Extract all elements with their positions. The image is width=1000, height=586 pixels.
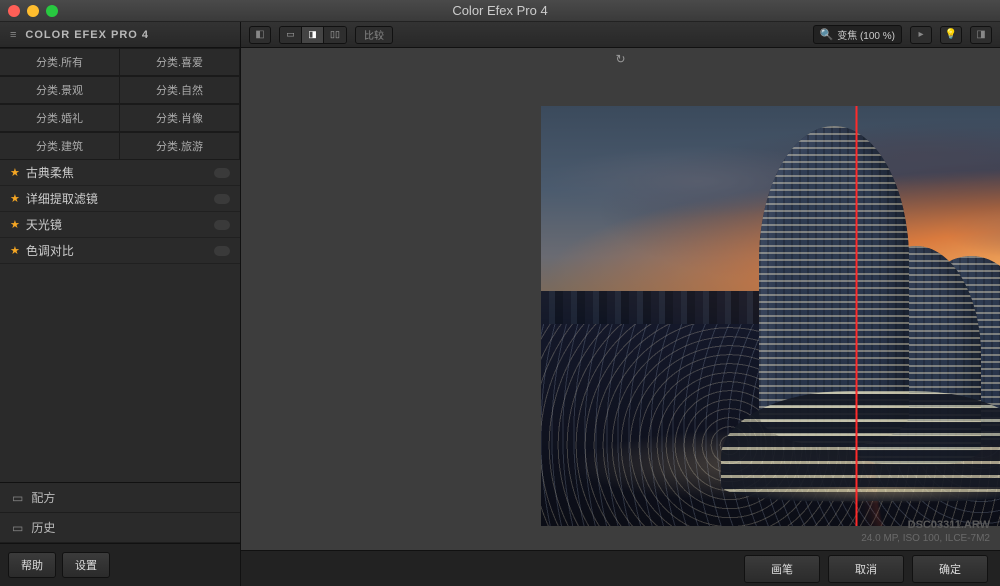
recipe-row[interactable]: ▭ 配方 xyxy=(0,483,240,513)
filter-item-skylight[interactable]: ★ 天光镜 xyxy=(0,212,240,238)
maximize-window-button[interactable] xyxy=(46,5,58,17)
category-grid: 分类.所有 分类.喜爱 分类.景观 分类.自然 分类.婚礼 分类.肖像 分类.建… xyxy=(0,48,240,160)
history-row[interactable]: ▭ 历史 xyxy=(0,513,240,543)
minimize-window-button[interactable] xyxy=(27,5,39,17)
lightbulb-tips-button[interactable]: 💡 xyxy=(940,26,962,44)
window-title: Color Efex Pro 4 xyxy=(0,3,1000,18)
filter-label: 色调对比 xyxy=(26,242,74,259)
split-view-icon: ◨ xyxy=(308,29,317,40)
ok-button[interactable]: 确定 xyxy=(912,555,988,583)
image-preview[interactable] xyxy=(541,106,1000,526)
zoom-control[interactable]: 🔍 变焦 (100 %) xyxy=(813,25,903,44)
sidebar-header: ≡ COLOR EFEX PRO 4 xyxy=(0,22,240,48)
image-tower-base xyxy=(721,391,1000,501)
split-divider[interactable] xyxy=(856,106,857,526)
recipe-label: 配方 xyxy=(31,489,55,506)
single-view-icon: ▭ xyxy=(286,29,295,40)
close-window-button[interactable] xyxy=(8,5,20,17)
filter-label: 详细提取滤镜 xyxy=(26,190,98,207)
zoom-label: 变焦 (100 %) xyxy=(837,27,895,42)
recipe-icon: ▭ xyxy=(12,491,23,505)
window-traffic-lights xyxy=(8,5,58,17)
filter-list: ★ 古典柔焦 ★ 详细提取滤镜 ★ 天光镜 ★ 色调对比 xyxy=(0,160,240,482)
image-filename: DSC03311.ARW xyxy=(861,518,990,532)
search-icon: 🔍 xyxy=(820,28,834,41)
filter-preview-icon[interactable] xyxy=(214,246,230,256)
help-button[interactable]: 帮助 xyxy=(8,552,56,578)
history-icon: ▭ xyxy=(12,521,23,535)
settings-button[interactable]: 设置 xyxy=(62,552,110,578)
category-landscape[interactable]: 分类.景观 xyxy=(0,76,120,104)
filter-item-tonal-contrast[interactable]: ★ 色调对比 xyxy=(0,238,240,264)
panel-toggle-right-button[interactable]: ◨ xyxy=(970,26,992,44)
panel-right-icon: ◨ xyxy=(976,29,985,40)
chevron-right-icon: ▸ xyxy=(918,29,923,40)
view-single-button[interactable]: ▭ xyxy=(280,27,302,43)
category-portrait[interactable]: 分类.肖像 xyxy=(120,104,240,132)
content-toolbar: ◧ ▭ ◨ ▯▯ 比较 🔍 变焦 (100 %) ▸ 💡 ◨ xyxy=(241,22,1000,48)
favorite-star-icon[interactable]: ★ xyxy=(10,218,20,231)
filter-label: 天光镜 xyxy=(26,216,62,233)
filter-preview-icon[interactable] xyxy=(214,220,230,230)
sidebar-title: COLOR EFEX PRO 4 xyxy=(25,29,149,41)
image-metadata: DSC03311.ARW 24.0 MP, ISO 100, ILCE-7M2 xyxy=(861,518,990,546)
category-favorites[interactable]: 分类.喜爱 xyxy=(120,48,240,76)
view-split-button[interactable]: ◨ xyxy=(302,27,324,43)
lightbulb-icon: 💡 xyxy=(945,29,957,40)
image-info: 24.0 MP, ISO 100, ILCE-7M2 xyxy=(861,532,990,546)
brush-button[interactable]: 画笔 xyxy=(744,555,820,583)
sidebar: ≡ COLOR EFEX PRO 4 分类.所有 分类.喜爱 分类.景观 分类.… xyxy=(0,22,241,586)
side-by-side-icon: ▯▯ xyxy=(330,29,340,40)
view-sidebyside-button[interactable]: ▯▯ xyxy=(324,27,346,43)
action-bar: 画笔 取消 确定 xyxy=(241,550,1000,586)
filter-item-detail-extractor[interactable]: ★ 详细提取滤镜 xyxy=(0,186,240,212)
favorite-star-icon[interactable]: ★ xyxy=(10,244,20,257)
content-area: ◧ ▭ ◨ ▯▯ 比较 🔍 变焦 (100 %) ▸ 💡 ◨ ↻ xyxy=(241,22,1000,586)
rotate-icon[interactable]: ↻ xyxy=(615,52,625,66)
category-wedding[interactable]: 分类.婚礼 xyxy=(0,104,120,132)
category-nature[interactable]: 分类.自然 xyxy=(120,76,240,104)
cancel-button[interactable]: 取消 xyxy=(828,555,904,583)
history-label: 历史 xyxy=(31,519,55,536)
filter-preview-icon[interactable] xyxy=(214,168,230,178)
view-mode-segmented: ▭ ◨ ▯▯ xyxy=(279,26,347,44)
panel-toggle-left-button[interactable]: ◧ xyxy=(249,26,271,44)
category-architecture[interactable]: 分类.建筑 xyxy=(0,132,120,160)
zoom-menu-button[interactable]: ▸ xyxy=(910,26,932,44)
filter-label: 古典柔焦 xyxy=(26,164,74,181)
favorite-star-icon[interactable]: ★ xyxy=(10,192,20,205)
favorite-star-icon[interactable]: ★ xyxy=(10,166,20,179)
preview-canvas[interactable]: ↻ DSC03311.ARW 24.0 MP, ISO 100, ILCE-7M… xyxy=(241,48,1000,550)
filter-list-icon: ≡ xyxy=(10,29,17,41)
filter-item-classic-soft-focus[interactable]: ★ 古典柔焦 xyxy=(0,160,240,186)
sidebar-footer: 帮助 设置 xyxy=(0,543,240,586)
compare-button[interactable]: 比较 xyxy=(355,26,393,44)
panel-left-icon: ◧ xyxy=(255,29,264,40)
sidebar-bottom: ▭ 配方 ▭ 历史 帮助 设置 xyxy=(0,482,240,586)
category-travel[interactable]: 分类.旅游 xyxy=(120,132,240,160)
category-all[interactable]: 分类.所有 xyxy=(0,48,120,76)
filter-preview-icon[interactable] xyxy=(214,194,230,204)
window-titlebar: Color Efex Pro 4 xyxy=(0,0,1000,22)
